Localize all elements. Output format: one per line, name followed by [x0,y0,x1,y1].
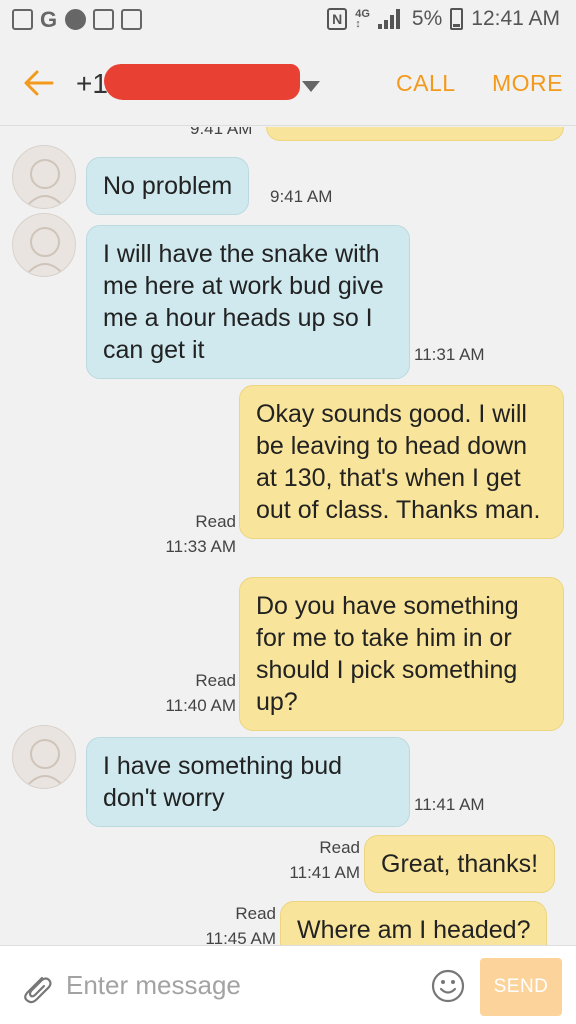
read-status: Read [235,904,276,923]
message-time: 11:45 AM [205,929,276,945]
clock: 12:41 AM [471,7,560,30]
read-status: Read [195,512,236,531]
read-receipt: Read 11:33 AM [150,509,236,559]
message-bubble-incoming[interactable]: No problem [86,157,250,215]
emoji-icon[interactable] [430,968,466,1004]
message-bubble-incoming[interactable]: I will have the snake with me here at wo… [86,225,410,379]
battery-percent: 5% [411,7,443,30]
battery-icon [450,8,464,30]
read-status: Read [319,838,360,857]
message-bubble-incoming[interactable]: I have something bud don't worry [86,737,410,827]
contact-avatar-icon[interactable] [12,145,76,209]
briefcase-icon [121,9,142,30]
signal-icon [377,9,404,29]
contact-avatar-icon[interactable] [12,213,76,277]
message-time: 11:31 AM [414,345,485,364]
hd-icon: 4G ↕ [355,8,370,30]
redaction-mark [104,64,300,100]
read-receipt: Read 11:45 AM [186,901,276,945]
status-bar: G N 4G ↕ 5% 12:41 AM [0,0,576,44]
nfc-icon: N [327,8,348,30]
message-time: 9:41 AM [270,187,333,206]
message-time: 11:33 AM [165,537,236,556]
back-arrow-icon[interactable] [22,66,56,100]
contact-avatar-icon[interactable] [12,725,76,789]
send-button[interactable]: SEND [480,958,562,1016]
system-icons: N 4G ↕ 5% 12:41 AM [327,7,560,31]
call-button[interactable]: CALL [396,70,456,97]
message-bubble-outgoing[interactable] [266,127,564,141]
tumblr-icon [65,9,86,30]
gallery-icon [12,9,33,30]
message-composer: SEND [0,945,576,1024]
message-time: 11:41 AM [414,795,485,814]
partial-message: 9:41 AM [0,127,576,147]
file-icon [93,9,114,30]
conversation-header: +1 CALL MORE [0,44,576,126]
google-icon: G [40,7,58,32]
message-time: 9:41 AM [190,127,253,138]
message-bubble-outgoing[interactable]: Where am I headed? [280,901,548,945]
contact-number[interactable]: +1 [76,68,108,100]
notification-icons: G [12,7,142,32]
read-receipt: Read 11:40 AM [150,668,236,718]
message-list[interactable]: 9:41 AM No problem 9:41 AM I will have t… [0,127,576,945]
message-input[interactable] [66,964,406,1006]
message-bubble-outgoing[interactable]: Okay sounds good. I will be leaving to h… [239,385,564,539]
message-time: 11:41 AM [289,863,360,882]
attach-icon[interactable] [18,970,54,1006]
message-bubble-outgoing[interactable]: Do you have something for me to take him… [239,577,564,731]
read-receipt: Read 11:41 AM [270,835,360,885]
more-button[interactable]: MORE [492,70,563,97]
read-status: Read [195,671,236,690]
message-bubble-outgoing[interactable]: Great, thanks! [364,835,556,893]
chevron-down-icon[interactable] [302,81,320,92]
message-time: 11:40 AM [165,696,236,715]
